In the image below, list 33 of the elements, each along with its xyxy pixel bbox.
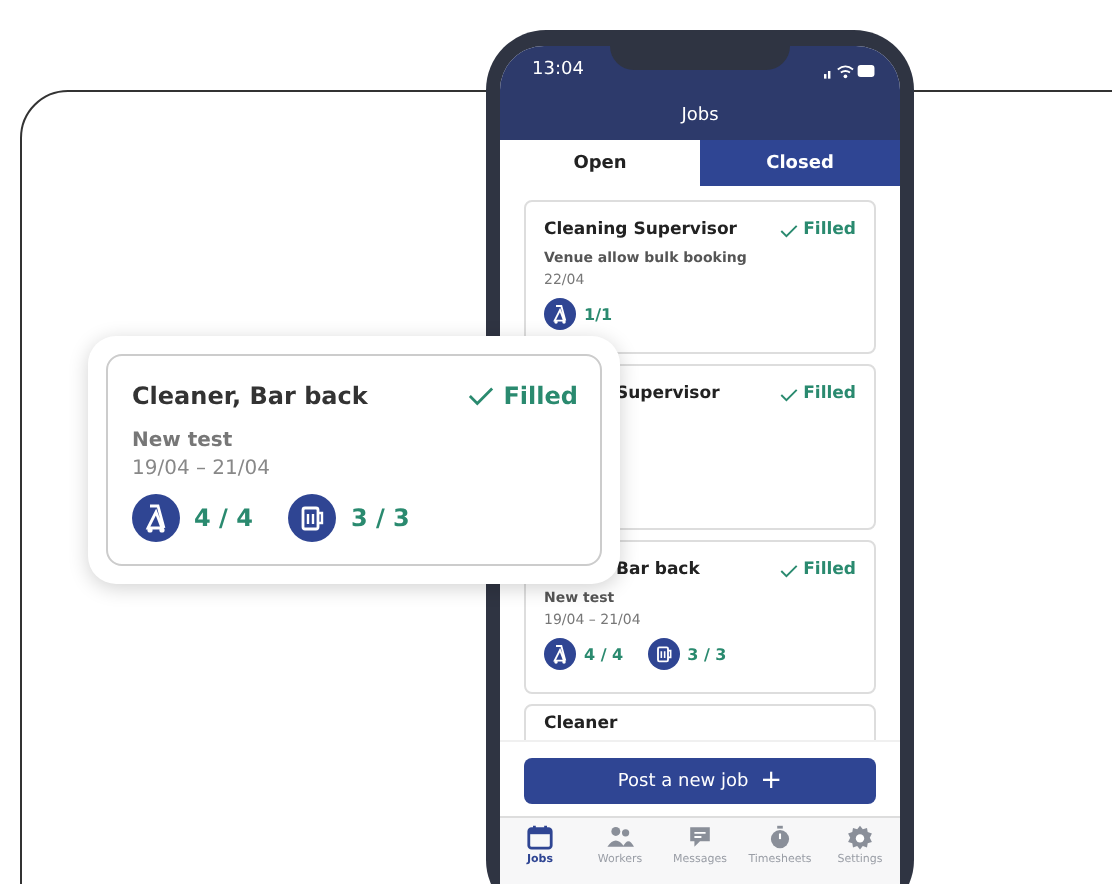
job-title: Cleaner — [544, 714, 618, 734]
role-count: 4 / 4 — [194, 504, 253, 532]
mug-icon — [288, 494, 337, 542]
status-text: Filled — [803, 384, 856, 404]
post-job-button[interactable]: Post a new job + — [524, 758, 876, 804]
screen-title: Jobs — [681, 106, 719, 126]
status-icons-drawing — [824, 61, 876, 79]
mug-icon — [647, 638, 680, 670]
calendar-icon — [526, 824, 554, 850]
status-text: Filled — [803, 220, 856, 240]
role-count: 4 / 4 — [584, 645, 624, 663]
role-count: 3 / 3 — [687, 645, 727, 663]
check-icon — [779, 387, 798, 401]
vacuum-icon — [544, 298, 576, 330]
settings-icon — [846, 824, 874, 850]
job-dates: 19/04 – 21/04 — [132, 458, 272, 480]
status-time: 13:04 — [532, 60, 584, 80]
check-icon — [467, 386, 494, 406]
job-title: Cleaning Supervisor — [544, 220, 737, 240]
job-title: Cleaner, Bar back — [132, 382, 368, 410]
role-count: 1/1 — [584, 305, 613, 323]
tab[interactable]: Closed — [700, 140, 900, 186]
status-text: Filled — [803, 560, 856, 580]
check-icon — [779, 223, 798, 237]
job-note: New test — [132, 430, 235, 452]
role-count: 3 / 3 — [350, 504, 410, 532]
check-icon — [779, 563, 798, 577]
job-title: Bar back — [614, 560, 700, 580]
chat-icon — [686, 824, 714, 850]
people-icon — [606, 824, 634, 850]
stopwatch-icon — [766, 824, 794, 850]
vacuum-icon — [544, 638, 576, 670]
vacuum-icon — [132, 494, 180, 542]
